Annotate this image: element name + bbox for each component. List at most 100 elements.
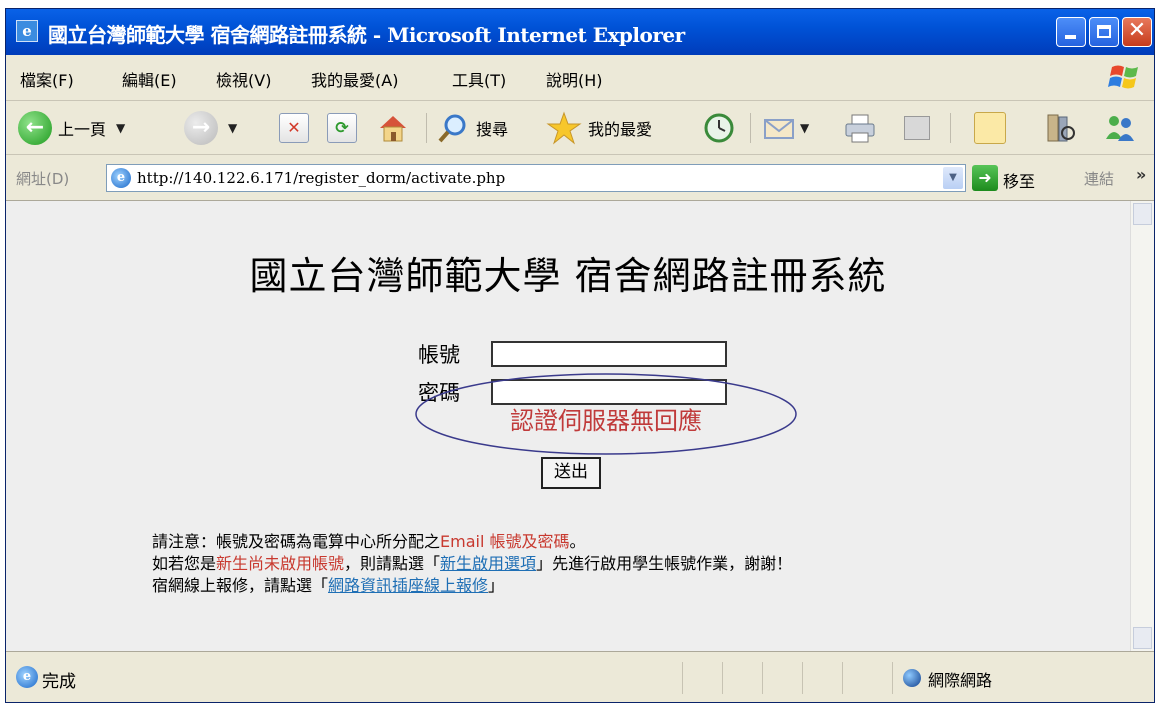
notice-text: 」先進行啟用學生帳號作業，謝謝！ <box>536 554 793 573</box>
maximize-button[interactable] <box>1089 17 1119 47</box>
toolbar-separator <box>950 113 951 143</box>
forward-arrow-icon: → <box>184 111 218 145</box>
home-button[interactable] <box>376 109 410 147</box>
forward-button[interactable]: → ▼ <box>184 109 237 147</box>
favorites-star-icon <box>546 111 582 145</box>
scroll-down-button[interactable] <box>1133 627 1152 649</box>
close-button[interactable]: ✕ <box>1122 17 1152 47</box>
notice-text: 宿網線上報修，請點選「 <box>152 576 329 595</box>
status-panel <box>762 662 763 694</box>
title-bar[interactable]: e 國立台灣師範大學 宿舍網路註冊系統 - Microsoft Internet… <box>6 9 1154 55</box>
mail-dropdown-icon[interactable]: ▼ <box>800 121 809 135</box>
status-panel <box>722 662 723 694</box>
mail-button[interactable]: ▼ <box>762 109 809 147</box>
address-label: 網址(D) <box>16 170 70 188</box>
notice-text: 」 <box>488 576 505 595</box>
page-status-icon: e <box>16 666 38 688</box>
go-button[interactable]: 移至 <box>1003 168 1035 192</box>
back-label: 上一頁 <box>58 120 107 139</box>
account-label: 帳號 <box>418 343 460 367</box>
home-icon <box>380 116 406 142</box>
discuss-icon <box>974 112 1006 144</box>
minimize-button[interactable] <box>1056 17 1086 47</box>
windows-logo-icon <box>1108 65 1138 89</box>
notice-highlight: 新生尚未啟用帳號 <box>216 554 345 573</box>
close-icon: ✕ <box>1127 18 1147 43</box>
go-arrow-icon[interactable]: ➜ <box>972 165 998 191</box>
notice-text: ，則請點選「 <box>344 554 441 573</box>
menu-help[interactable]: 說明(H) <box>546 67 603 91</box>
maximize-icon <box>1097 25 1111 38</box>
browser-window: e 國立台灣師範大學 宿舍網路註冊系統 - Microsoft Internet… <box>5 8 1155 703</box>
notice-line-3: 宿網線上報修，請點選「網路資訊插座線上報修」 <box>152 575 792 597</box>
research-icon <box>1047 114 1075 142</box>
notice-text: 請注意：帳號及密碼為電算中心所分配之 <box>152 532 441 551</box>
status-panel <box>802 662 803 694</box>
back-arrow-icon: ← <box>18 111 52 145</box>
page-content: 國立台灣師範大學 宿舍網路註冊系統 帳號 密碼 認證伺服器無回應 送出 請注意：… <box>6 201 1130 651</box>
address-dropdown-icon[interactable]: ▼ <box>943 167 963 189</box>
page-title: 國立台灣師範大學 宿舍網路註冊系統 <box>249 254 887 298</box>
menu-edit[interactable]: 編輯(E) <box>122 67 177 91</box>
status-panel <box>682 662 683 694</box>
toolbar: ← 上一頁 ▼ → ▼ ✕ ⟳ 搜尋 我的最愛 ▼ <box>6 101 1154 155</box>
forward-dropdown-icon[interactable]: ▼ <box>228 121 237 135</box>
edit-button[interactable] <box>904 109 930 147</box>
status-panel <box>892 662 893 694</box>
account-input[interactable] <box>491 341 727 367</box>
internet-zone-icon <box>903 669 921 687</box>
history-button[interactable] <box>702 109 736 147</box>
address-url: http://140.122.6.171/register_dorm/activ… <box>137 169 506 187</box>
stop-icon: ✕ <box>279 113 309 143</box>
notice-line-1: 請注意：帳號及密碼為電算中心所分配之Email 帳號及密碼。 <box>152 531 792 553</box>
print-icon <box>845 114 875 143</box>
window-title: 國立台灣師範大學 宿舍網路註冊系統 - Microsoft Internet E… <box>48 23 685 47</box>
search-button[interactable]: 搜尋 <box>436 109 508 147</box>
menu-view[interactable]: 檢視(V) <box>216 67 271 91</box>
address-bar: 網址(D) e http://140.122.6.171/register_do… <box>6 155 1154 201</box>
new-student-activation-link[interactable]: 新生啟用選項 <box>440 554 536 573</box>
menu-favorites[interactable]: 我的最愛(A) <box>311 67 398 91</box>
vertical-scrollbar[interactable] <box>1130 201 1154 651</box>
notice-line-2: 如若您是新生尚未啟用帳號，則請點選「新生啟用選項」先進行啟用學生帳號作業，謝謝！ <box>152 553 792 575</box>
discuss-button[interactable] <box>974 109 1006 147</box>
history-icon <box>704 113 734 143</box>
search-icon <box>438 114 466 143</box>
network-repair-link[interactable]: 網路資訊插座線上報修 <box>328 576 488 595</box>
page-icon: e <box>111 168 131 188</box>
address-input[interactable]: e http://140.122.6.171/register_dorm/act… <box>106 164 966 192</box>
menu-bar: 檔案(F) 編輯(E) 檢視(V) 我的最愛(A) 工具(T) 說明(H) <box>6 55 1154 101</box>
back-dropdown-icon[interactable]: ▼ <box>116 121 125 135</box>
ie-app-icon: e <box>16 20 38 42</box>
search-label: 搜尋 <box>476 120 509 139</box>
stop-button[interactable]: ✕ <box>279 109 309 147</box>
messenger-icon <box>1106 116 1134 141</box>
menu-tools[interactable]: 工具(T) <box>452 67 506 91</box>
notice-text: 請注意：帳號及密碼為電算中心所分配之Email 帳號及密碼。 如若您是新生尚未啟… <box>152 531 792 597</box>
edit-icon <box>904 116 930 140</box>
back-button[interactable]: ← 上一頁 ▼ <box>18 109 125 147</box>
status-bar: e 完成 網際網路 <box>6 651 1154 702</box>
print-button[interactable] <box>842 109 878 147</box>
status-text: 完成 <box>42 672 76 692</box>
submit-button[interactable]: 送出 <box>541 457 601 489</box>
links-button[interactable]: 連結 <box>1084 168 1114 189</box>
research-button[interactable] <box>1044 109 1078 147</box>
notice-highlight: Email 帳號及密碼 <box>440 532 570 551</box>
scroll-up-button[interactable] <box>1133 203 1152 225</box>
toolbar-separator <box>426 113 427 143</box>
notice-text: 。 <box>569 532 586 551</box>
menu-file[interactable]: 檔案(F) <box>20 67 74 91</box>
refresh-icon: ⟳ <box>327 113 357 143</box>
status-panel <box>842 662 843 694</box>
toolbar-separator <box>750 113 751 143</box>
messenger-button[interactable] <box>1102 109 1138 147</box>
zone-text: 網際網路 <box>928 671 993 690</box>
chevron-right-icon[interactable]: » <box>1136 165 1146 184</box>
refresh-button[interactable]: ⟳ <box>327 109 357 147</box>
favorites-label: 我的最愛 <box>588 120 653 139</box>
error-message: 認證伺服器無回應 <box>510 407 702 435</box>
minimize-icon <box>1065 35 1076 39</box>
mail-icon <box>764 119 794 139</box>
favorites-button[interactable]: 我的最愛 <box>546 109 652 147</box>
